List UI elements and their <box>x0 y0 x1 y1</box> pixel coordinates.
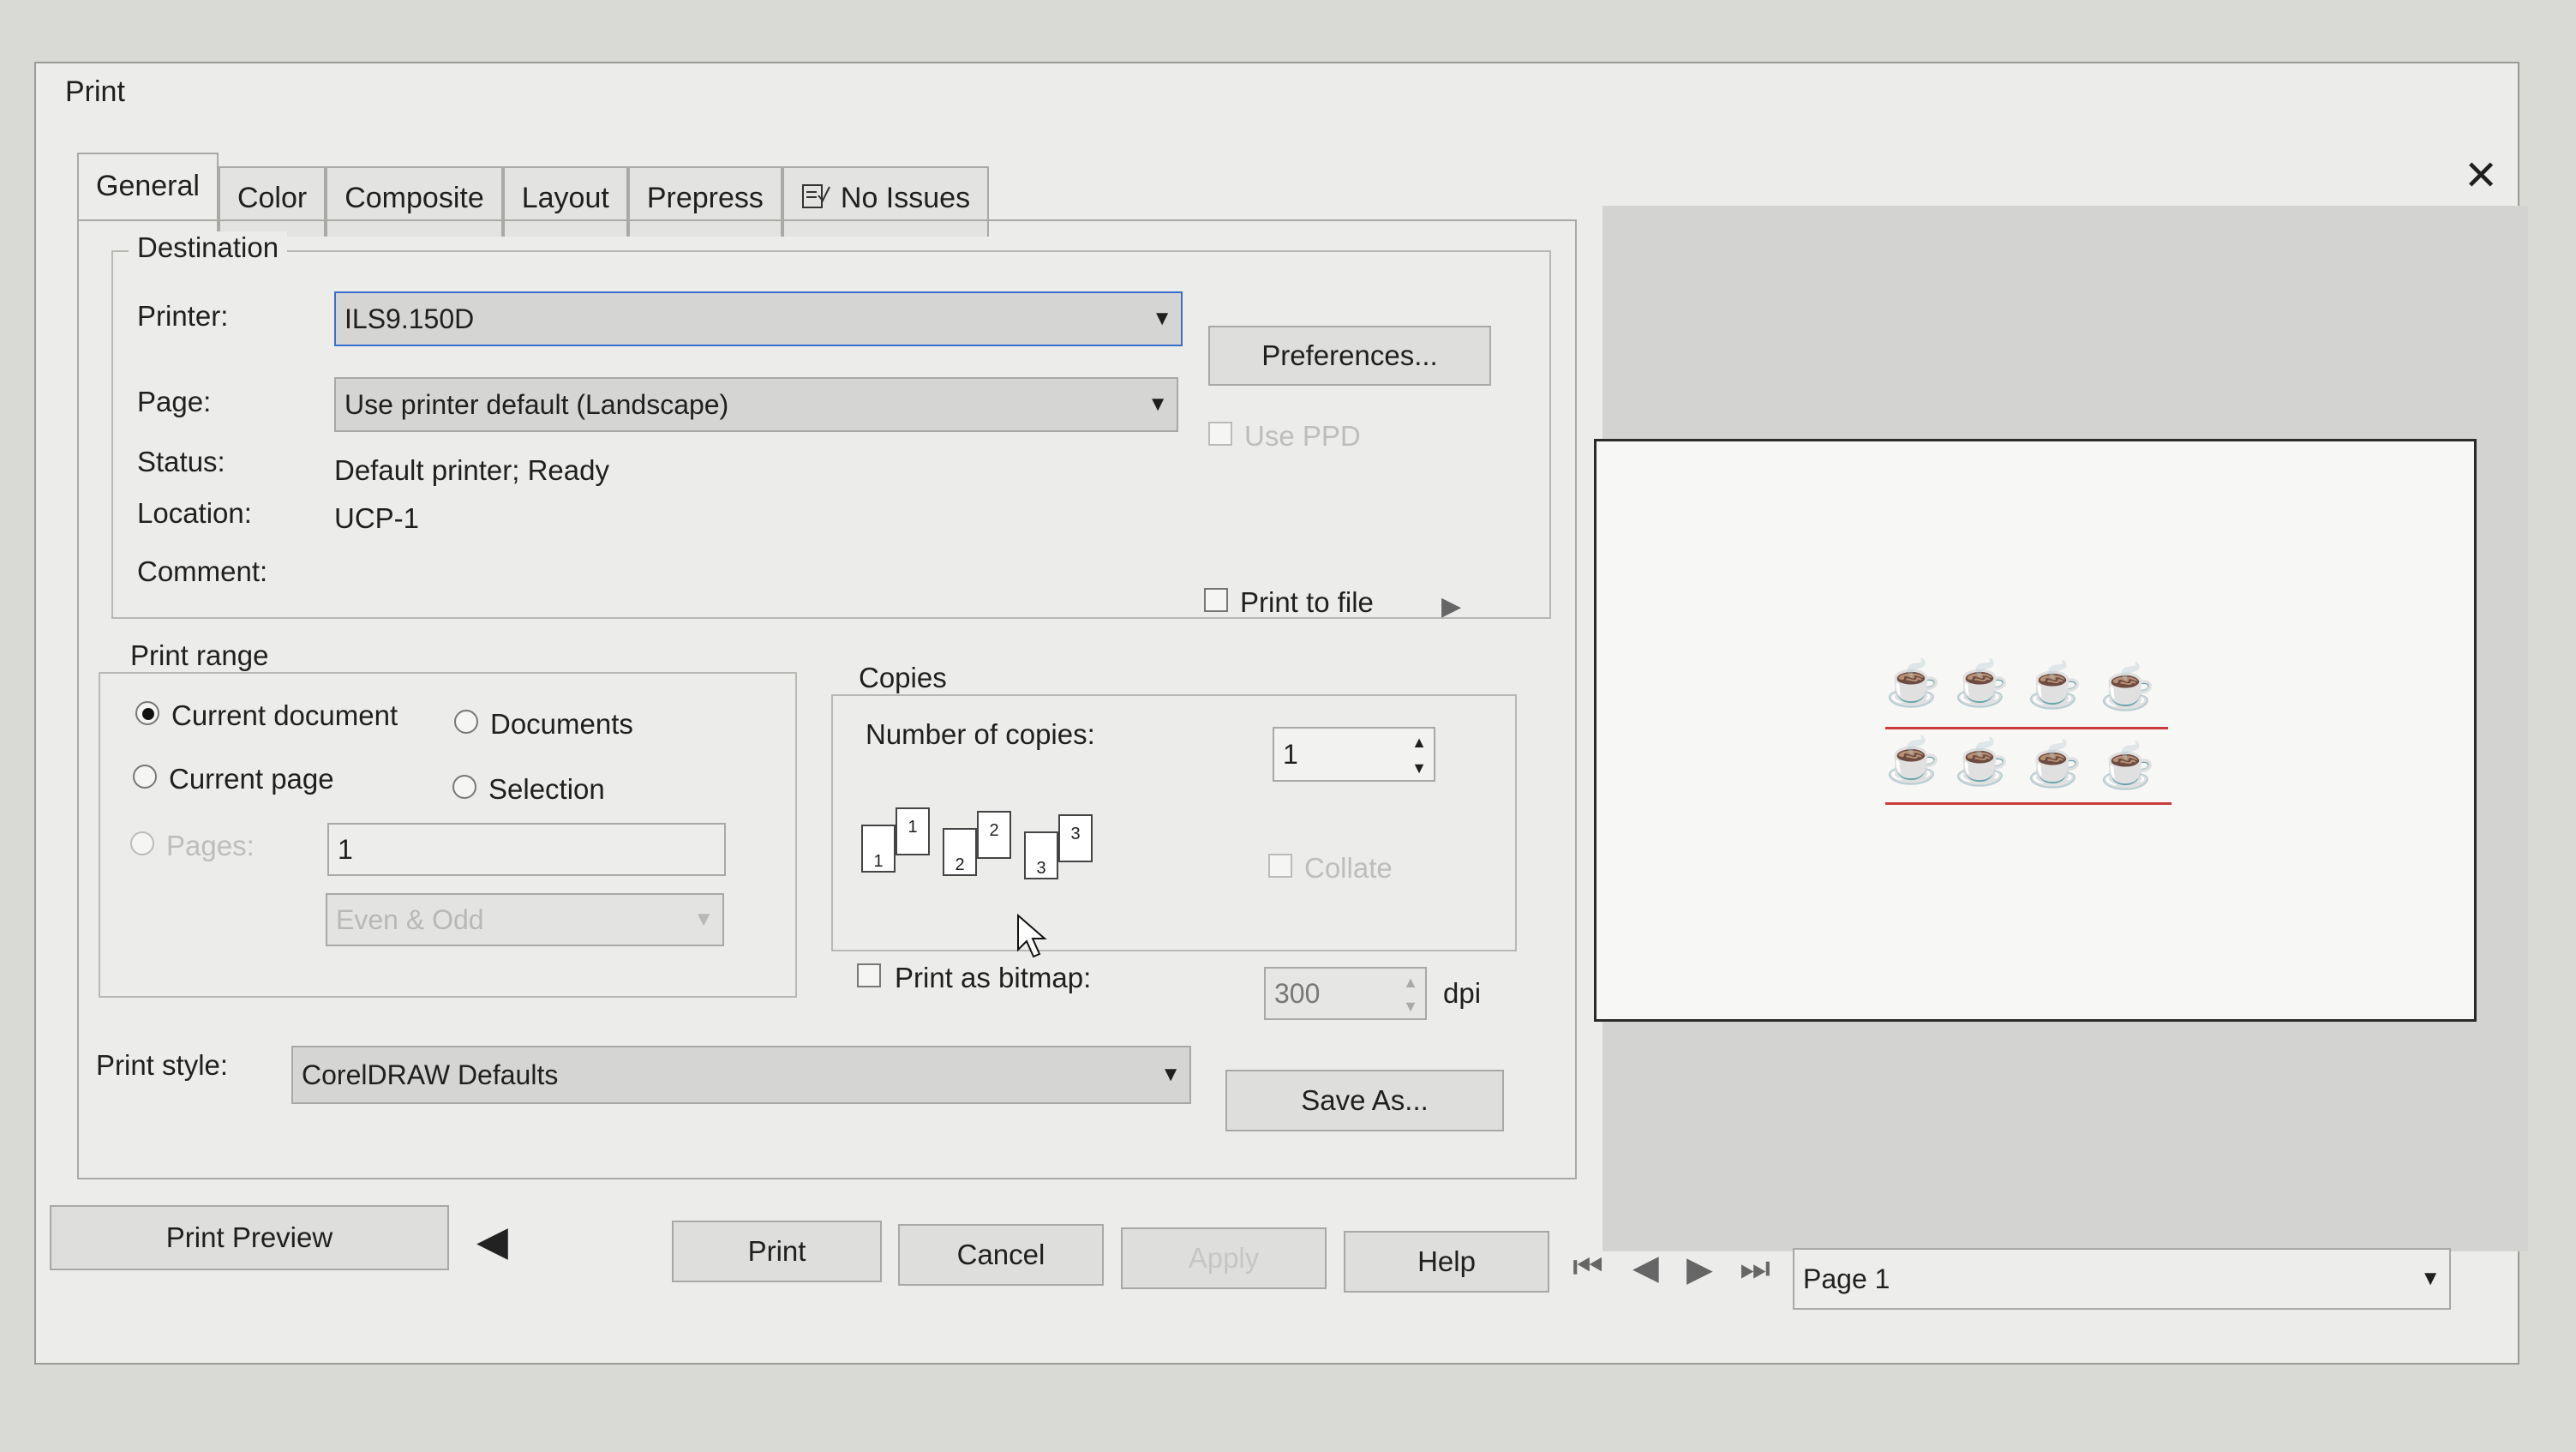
print-preview-button[interactable]: Print Preview <box>50 1205 449 1270</box>
print-style-value: CorelDRAW Defaults <box>302 1059 559 1090</box>
destination-legend: Destination <box>129 231 288 264</box>
print-range-legend: Print range <box>122 639 278 672</box>
cup-icon: ☕ <box>2100 663 2155 712</box>
chevron-down-icon: ▼ <box>1147 393 1168 416</box>
dpi-spinner[interactable]: 300 ▲ ▼ <box>1264 967 1427 1020</box>
location-label: Location: <box>137 497 252 529</box>
previous-page-icon[interactable]: ◀ <box>1632 1248 1659 1287</box>
current-page-radio[interactable] <box>133 765 157 789</box>
collapse-arrow-icon[interactable]: ◀ <box>476 1217 508 1265</box>
pages-radio[interactable] <box>130 831 154 855</box>
print-to-file-label: Print to file <box>1240 586 1374 618</box>
preferences-button[interactable]: Preferences... <box>1208 326 1491 386</box>
tab-bar: General Color Composite Layout Prepress … <box>77 153 990 238</box>
collate-page: 3 <box>1058 814 1093 862</box>
copies-number-label: Number of copies: <box>866 718 1095 750</box>
tab-label: Layout <box>521 182 609 214</box>
collate-page: 2 <box>943 828 977 876</box>
print-as-bitmap-label: Print as bitmap: <box>895 962 1092 993</box>
tab-label: Composite <box>344 182 484 214</box>
spin-up-icon[interactable]: ▲ <box>1406 730 1432 754</box>
current-document-label: Current document <box>171 699 398 731</box>
even-odd-value: Even & Odd <box>336 903 484 935</box>
current-page-label: Current page <box>169 763 334 795</box>
cup-icon: ☕ <box>2027 740 2082 789</box>
collate-page: 2 <box>977 811 1011 859</box>
tab-label: General <box>96 170 200 202</box>
preview-artwork: ☕ ☕ ☕ ☕ ☕ ☕ ☕ ☕ <box>1885 660 2177 814</box>
cup-icon: ☕ <box>2100 741 2155 791</box>
last-page-icon[interactable]: ⏭ <box>1740 1250 1770 1288</box>
collate-label: Collate <box>1304 852 1393 884</box>
dpi-unit: dpi <box>1443 977 1482 1009</box>
cup-icon: ☕ <box>1885 659 1941 709</box>
preview-rule <box>1885 802 2172 805</box>
current-document-radio[interactable] <box>135 701 159 725</box>
page-select-preview[interactable]: Page 1 ▼ <box>1793 1248 2451 1310</box>
cup-icon: ☕ <box>1954 738 2010 788</box>
comment-label: Comment: <box>137 555 268 587</box>
chevron-down-icon: ▼ <box>2420 1267 2441 1290</box>
cancel-button[interactable]: Cancel <box>898 1224 1104 1286</box>
page-select-value: Page 1 <box>1803 1263 1890 1294</box>
first-page-icon[interactable]: ⏮ <box>1573 1248 1603 1287</box>
print-button[interactable]: Print <box>672 1221 882 1282</box>
close-icon[interactable]: ✕ <box>2464 156 2498 197</box>
collate-checkbox[interactable] <box>1268 854 1292 878</box>
spin-down-icon[interactable]: ▼ <box>1406 756 1432 780</box>
dpi-value: 300 <box>1274 977 1321 1009</box>
status-label: Status: <box>137 446 225 477</box>
print-as-bitmap-checkbox[interactable] <box>857 963 881 987</box>
tab-label: Color <box>237 182 308 214</box>
selection-radio[interactable] <box>452 775 476 799</box>
collate-page: 3 <box>1024 831 1058 879</box>
printer-select[interactable]: ILS9.150D ▼ <box>334 291 1183 346</box>
even-odd-select[interactable]: Even & Odd ▼ <box>326 893 724 946</box>
status-value: Default printer; Ready <box>334 454 609 486</box>
printer-label: Printer: <box>137 300 229 332</box>
pages-label: Pages: <box>166 830 255 861</box>
print-style-select[interactable]: CorelDRAW Defaults ▼ <box>291 1046 1191 1104</box>
location-value: UCP-1 <box>334 502 420 534</box>
page-select[interactable]: Use printer default (Landscape) ▼ <box>334 377 1178 432</box>
collate-page: 1 <box>896 807 930 855</box>
next-page-icon[interactable]: ▶ <box>1686 1250 1713 1289</box>
documents-label: Documents <box>490 708 633 740</box>
print-to-file-checkbox[interactable] <box>1204 588 1228 612</box>
page-label: Page: <box>137 386 212 417</box>
cup-icon: ☕ <box>1954 659 2010 709</box>
tab-label: No Issues <box>840 182 971 214</box>
printer-value: ILS9.150D <box>344 303 475 334</box>
spin-up-icon[interactable]: ▲ <box>1398 970 1423 994</box>
use-ppd-label: Use PPD <box>1244 420 1361 452</box>
chevron-down-icon: ▼ <box>1152 307 1172 330</box>
copies-value: 1 <box>1283 738 1298 770</box>
play-arrow-icon[interactable]: ▶ <box>1441 591 1461 621</box>
documents-radio[interactable] <box>454 710 478 734</box>
selection-label: Selection <box>488 773 605 805</box>
use-ppd-checkbox[interactable] <box>1208 422 1232 446</box>
dialog-title: Print <box>65 75 125 108</box>
apply-button[interactable]: Apply <box>1121 1227 1327 1289</box>
page-value: Use printer default (Landscape) <box>344 388 729 420</box>
chevron-down-icon: ▼ <box>1160 1063 1181 1086</box>
collate-page: 1 <box>861 825 896 873</box>
print-style-label: Print style: <box>96 1049 229 1081</box>
preview-rule <box>1885 727 2168 729</box>
copies-spinner[interactable]: 1 ▲ ▼ <box>1273 727 1435 782</box>
spin-down-icon[interactable]: ▼ <box>1398 994 1423 1018</box>
collate-illustration: 1 1 2 2 3 3 <box>861 797 1101 883</box>
mouse-cursor-icon <box>1016 913 1047 963</box>
cup-icon: ☕ <box>1885 736 1941 786</box>
help-button[interactable]: Help <box>1344 1231 1549 1293</box>
pages-input[interactable]: 1 <box>327 823 726 876</box>
chevron-down-icon: ▼ <box>693 908 714 931</box>
save-as-button[interactable]: Save As... <box>1225 1070 1504 1131</box>
tab-label: Prepress <box>646 182 764 214</box>
copies-legend: Copies <box>850 662 956 694</box>
cup-icon: ☕ <box>2027 661 2082 711</box>
issues-icon <box>801 182 830 219</box>
